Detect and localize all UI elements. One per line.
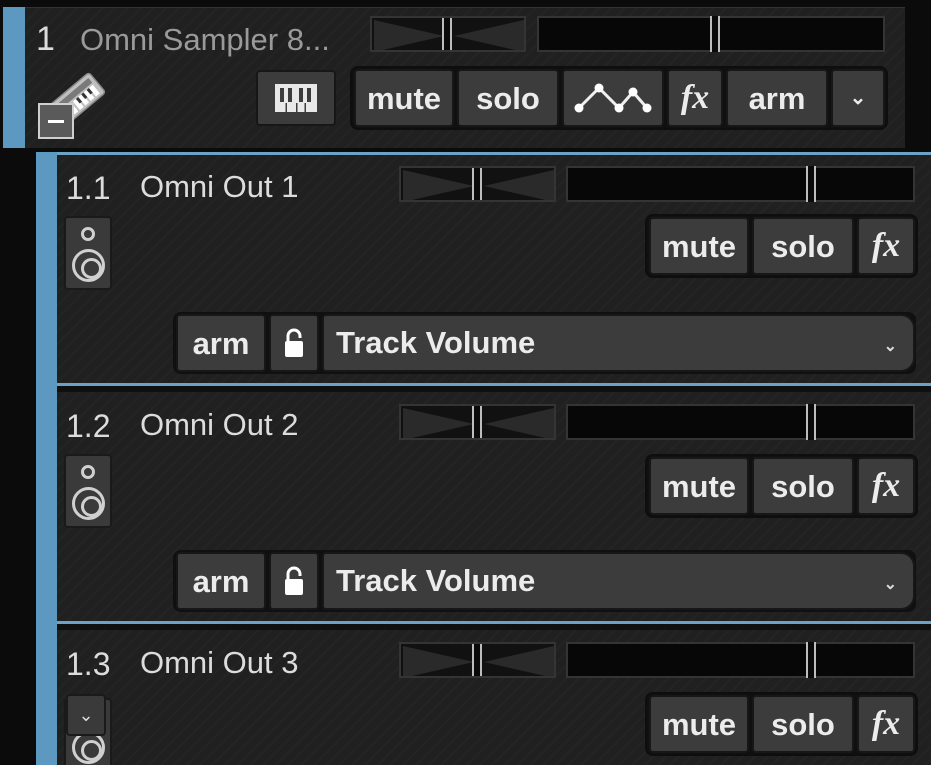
track-color-bar[interactable] <box>36 152 57 388</box>
collapse-button[interactable] <box>38 103 74 139</box>
chevron-down-icon: ⌄ <box>849 87 867 109</box>
child-track: 1.2 Omni Out 2 mute solo fx arm Track Vo… <box>0 383 931 626</box>
track-indent <box>0 152 36 388</box>
arm-button[interactable]: arm <box>726 69 828 127</box>
solo-button[interactable]: solo <box>752 457 854 515</box>
volume-slider[interactable] <box>566 166 915 202</box>
track-color-bar[interactable] <box>36 388 57 626</box>
chevron-down-icon: ⌄ <box>883 576 897 593</box>
expand-button[interactable]: ⌄ <box>66 694 106 736</box>
track-menu-button[interactable]: ⌄ <box>831 69 885 127</box>
minus-icon <box>48 119 64 123</box>
track-indent <box>0 626 36 765</box>
chevron-down-icon: ⌄ <box>78 704 94 725</box>
pan-slider-knob[interactable] <box>472 168 482 200</box>
solo-button[interactable]: solo <box>457 69 559 127</box>
track-name[interactable]: Omni Out 2 <box>140 407 299 443</box>
pan-slider[interactable] <box>399 166 556 202</box>
track-color-bar[interactable] <box>36 626 57 765</box>
volume-slider-knob[interactable] <box>806 166 816 202</box>
solo-button[interactable]: solo <box>752 695 854 753</box>
track-divider <box>57 152 931 155</box>
track-number: 1.1 <box>66 170 111 206</box>
speaker-icon <box>64 216 112 290</box>
pan-slider[interactable] <box>370 16 526 52</box>
automation-parameter-label: Track Volume <box>336 325 536 360</box>
track-name[interactable]: Omni Out 3 <box>140 645 299 681</box>
automation-arm-button[interactable]: arm <box>176 314 266 372</box>
volume-slider[interactable] <box>566 404 915 440</box>
mute-button[interactable]: mute <box>649 217 749 275</box>
fx-button[interactable]: fx <box>857 695 915 753</box>
track-divider <box>57 621 931 624</box>
instrument-editor-button[interactable] <box>256 70 336 126</box>
volume-slider[interactable] <box>537 16 885 52</box>
automation-button[interactable] <box>562 69 664 127</box>
track-number: 1 <box>36 20 55 58</box>
volume-slider[interactable] <box>566 642 915 678</box>
volume-slider-knob[interactable] <box>806 404 816 440</box>
child-track: 1.1 Omni Out 1 mute solo fx arm Track Vo… <box>0 152 931 388</box>
automation-curve-icon <box>574 83 652 113</box>
volume-slider-knob[interactable] <box>806 642 816 678</box>
automation-lock-button[interactable] <box>269 552 319 610</box>
volume-slider-knob[interactable] <box>710 16 720 52</box>
track-gap <box>57 386 931 392</box>
speaker-icon <box>64 454 112 528</box>
automation-parameter-dropdown[interactable]: Track Volume ⌄ <box>322 314 915 372</box>
track-number: 1.3 <box>66 646 111 682</box>
mute-button[interactable]: mute <box>354 69 454 127</box>
mute-button[interactable]: mute <box>649 457 749 515</box>
track-gap <box>57 624 931 630</box>
pan-slider[interactable] <box>399 404 556 440</box>
piano-keys-icon <box>275 84 317 112</box>
solo-button[interactable]: solo <box>752 217 854 275</box>
pan-slider-knob[interactable] <box>472 406 482 438</box>
track-color-bar[interactable] <box>3 7 25 148</box>
fx-button[interactable]: fx <box>667 69 723 127</box>
pan-slider[interactable] <box>399 642 556 678</box>
automation-arm-button[interactable]: arm <box>176 552 266 610</box>
pan-slider-knob[interactable] <box>442 18 452 50</box>
track-name[interactable]: Omni Sampler 8... <box>80 22 330 58</box>
mute-button[interactable]: mute <box>649 695 749 753</box>
chevron-down-icon: ⌄ <box>883 338 897 355</box>
pan-slider-knob[interactable] <box>472 644 482 676</box>
fx-button[interactable]: fx <box>857 457 915 515</box>
parent-track: 1 Omni Sampler 8... mute solo fx arm ⌄ <box>0 0 931 152</box>
automation-lock-button[interactable] <box>269 314 319 372</box>
lock-icon <box>285 328 303 357</box>
lock-icon <box>285 566 303 595</box>
automation-parameter-dropdown[interactable]: Track Volume ⌄ <box>322 552 915 610</box>
fx-button[interactable]: fx <box>857 217 915 275</box>
track-indent <box>0 388 36 626</box>
automation-parameter-label: Track Volume <box>336 563 536 598</box>
track-number: 1.2 <box>66 408 111 444</box>
track-name[interactable]: Omni Out 1 <box>140 169 299 205</box>
child-track: 1.3 Omni Out 3 ⌄ mute solo fx <box>0 621 931 765</box>
